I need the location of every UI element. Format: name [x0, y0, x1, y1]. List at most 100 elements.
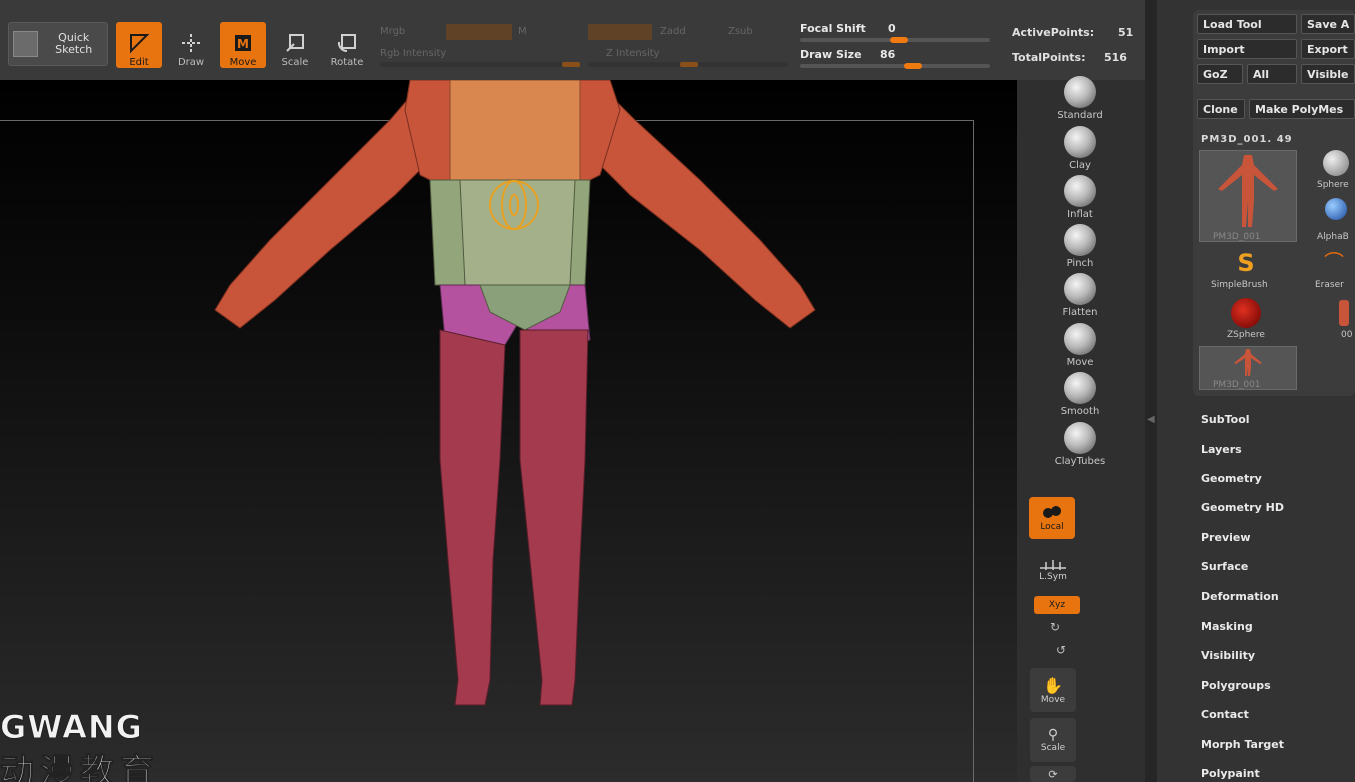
- load-tool-button[interactable]: Load Tool: [1197, 14, 1297, 34]
- menu-subtool[interactable]: SubTool: [1201, 413, 1250, 426]
- tool-thumb-label: AlphaB: [1317, 232, 1349, 242]
- visible-button[interactable]: Visible: [1301, 64, 1355, 84]
- sphere-tool-icon[interactable]: [1323, 150, 1349, 176]
- simplebrush-tool-icon[interactable]: S: [1233, 250, 1259, 276]
- mrgb-button[interactable]: Mrgb: [380, 26, 405, 37]
- zadd-active-box[interactable]: [588, 24, 652, 40]
- scale-button[interactable]: Scale: [272, 22, 318, 68]
- lsym-button[interactable]: L.Sym: [1030, 558, 1076, 588]
- 3d-human-model[interactable]: [0, 80, 1017, 782]
- quick-sketch-button[interactable]: Quick Sketch: [8, 22, 108, 66]
- brush-inflat[interactable]: Inflat: [1045, 175, 1115, 220]
- edit-label: Edit: [129, 57, 149, 68]
- rotate-button[interactable]: Rotate: [324, 22, 370, 68]
- save-as-button[interactable]: Save A: [1301, 14, 1355, 34]
- import-button[interactable]: Import: [1197, 39, 1297, 59]
- scale-view-button[interactable]: ⚲ Scale: [1030, 718, 1076, 762]
- standard-brush-icon: [1064, 76, 1096, 108]
- brush-label: Clay: [1069, 160, 1091, 171]
- move-icon: M: [229, 31, 257, 55]
- tool-00-icon[interactable]: [1339, 300, 1349, 326]
- top-toolbar: Quick Sketch Edit Draw M Move Scale Rota…: [0, 0, 1150, 80]
- menu-morph-target[interactable]: Morph Target: [1201, 738, 1284, 751]
- focal-shift-knob[interactable]: [890, 37, 908, 43]
- brush-move[interactable]: Move: [1045, 323, 1115, 368]
- move-label: Move: [229, 57, 257, 68]
- brush-standard[interactable]: Standard: [1045, 76, 1115, 121]
- zadd-button[interactable]: Zadd: [660, 26, 686, 37]
- panel-divider[interactable]: ◀: [1145, 0, 1157, 782]
- move-view-button[interactable]: ✋ Move: [1030, 668, 1076, 712]
- edit-icon: [125, 31, 153, 55]
- make-polymesh-button[interactable]: Make PolyMes: [1249, 99, 1355, 119]
- move-view-label: Move: [1040, 694, 1066, 705]
- collapse-arrow-icon[interactable]: ◀: [1147, 414, 1155, 425]
- active-points-label: ActivePoints:: [1012, 26, 1095, 39]
- draw-size-value: 86: [880, 48, 896, 61]
- rgb-intensity-slider[interactable]: [380, 62, 580, 67]
- brush-claytubes[interactable]: ClayTubes: [1045, 422, 1115, 467]
- human-figure-icon: [1218, 155, 1278, 227]
- menu-masking[interactable]: Masking: [1201, 620, 1253, 633]
- brush-clay[interactable]: Clay: [1045, 126, 1115, 171]
- menu-visibility[interactable]: Visibility: [1201, 649, 1255, 662]
- goz-button[interactable]: GoZ: [1197, 64, 1243, 84]
- tool-thumb-label: ZSphere: [1227, 330, 1265, 340]
- z-intensity-knob[interactable]: [680, 62, 698, 67]
- menu-polypaint[interactable]: Polypaint: [1201, 767, 1260, 780]
- alphabrush-tool-icon[interactable]: [1325, 198, 1347, 220]
- menu-geometry[interactable]: Geometry: [1201, 472, 1262, 485]
- quick-sketch-label: Quick Sketch: [55, 31, 93, 56]
- clay-brush-icon: [1064, 126, 1096, 158]
- menu-deformation[interactable]: Deformation: [1201, 590, 1279, 603]
- zsphere-tool-icon[interactable]: [1231, 298, 1261, 328]
- rotate-view-button[interactable]: ⟳: [1030, 766, 1076, 782]
- rotate-z-icon[interactable]: ↺: [1053, 643, 1069, 659]
- tool-thumb-label: PM3D_001: [1213, 232, 1261, 242]
- scale-view-label: Scale: [1040, 743, 1066, 753]
- rotate-y-icon[interactable]: ↻: [1047, 620, 1063, 636]
- eraser-tool-icon[interactable]: ⌒: [1321, 250, 1347, 274]
- brush-label: Move: [1066, 357, 1094, 368]
- scale-view-icon: ⚲: [1047, 727, 1059, 743]
- xyz-label: Xyz: [1048, 600, 1066, 610]
- rotate-view-icon: ⟳: [1048, 767, 1058, 781]
- draw-size-knob[interactable]: [904, 63, 922, 69]
- brush-flatten[interactable]: Flatten: [1045, 273, 1115, 318]
- draw-icon: [177, 31, 205, 55]
- draw-size-slider[interactable]: [800, 64, 990, 68]
- human-figure-small-icon: [1234, 349, 1262, 376]
- menu-preview[interactable]: Preview: [1201, 531, 1251, 544]
- export-button[interactable]: Export: [1301, 39, 1355, 59]
- tool-thumb-label: SimpleBrush: [1211, 280, 1268, 290]
- m-button[interactable]: M: [518, 26, 527, 37]
- clone-button[interactable]: Clone: [1197, 99, 1245, 119]
- brush-label: Inflat: [1067, 209, 1093, 220]
- rgb-intensity-knob[interactable]: [562, 62, 580, 67]
- focal-shift-label: Focal Shift: [800, 22, 866, 35]
- menu-polygroups[interactable]: Polygroups: [1201, 679, 1271, 692]
- rgb-button[interactable]: [446, 24, 512, 40]
- current-tool-name: PM3D_001. 49: [1201, 134, 1293, 145]
- brush-pinch[interactable]: Pinch: [1045, 224, 1115, 269]
- brush-label: Pinch: [1066, 258, 1094, 269]
- tool-thumb-label: Sphere: [1317, 180, 1349, 190]
- draw-button[interactable]: Draw: [168, 22, 214, 68]
- menu-layers[interactable]: Layers: [1201, 443, 1242, 456]
- tool-thumb-pm3d-large[interactable]: [1199, 150, 1297, 242]
- xyz-symmetry-button[interactable]: Xyz: [1034, 596, 1080, 614]
- menu-contact[interactable]: Contact: [1201, 708, 1249, 721]
- brush-smooth[interactable]: Smooth: [1045, 372, 1115, 417]
- move-button[interactable]: M Move: [220, 22, 266, 68]
- local-button[interactable]: Local: [1029, 497, 1075, 539]
- watermark-logo-chinese: 动漫教育: [0, 752, 160, 782]
- edit-button[interactable]: Edit: [116, 22, 162, 68]
- zsub-button[interactable]: Zsub: [728, 26, 753, 37]
- canvas-viewport[interactable]: GWANG 动漫教育: [0, 80, 1017, 782]
- menu-surface[interactable]: Surface: [1201, 560, 1248, 573]
- all-button[interactable]: All: [1247, 64, 1297, 84]
- tool-thumb-label: PM3D_001: [1213, 380, 1261, 390]
- claytubes-brush-icon: [1064, 422, 1096, 454]
- svg-text:M: M: [237, 37, 249, 51]
- menu-geometry-hd[interactable]: Geometry HD: [1201, 501, 1284, 514]
